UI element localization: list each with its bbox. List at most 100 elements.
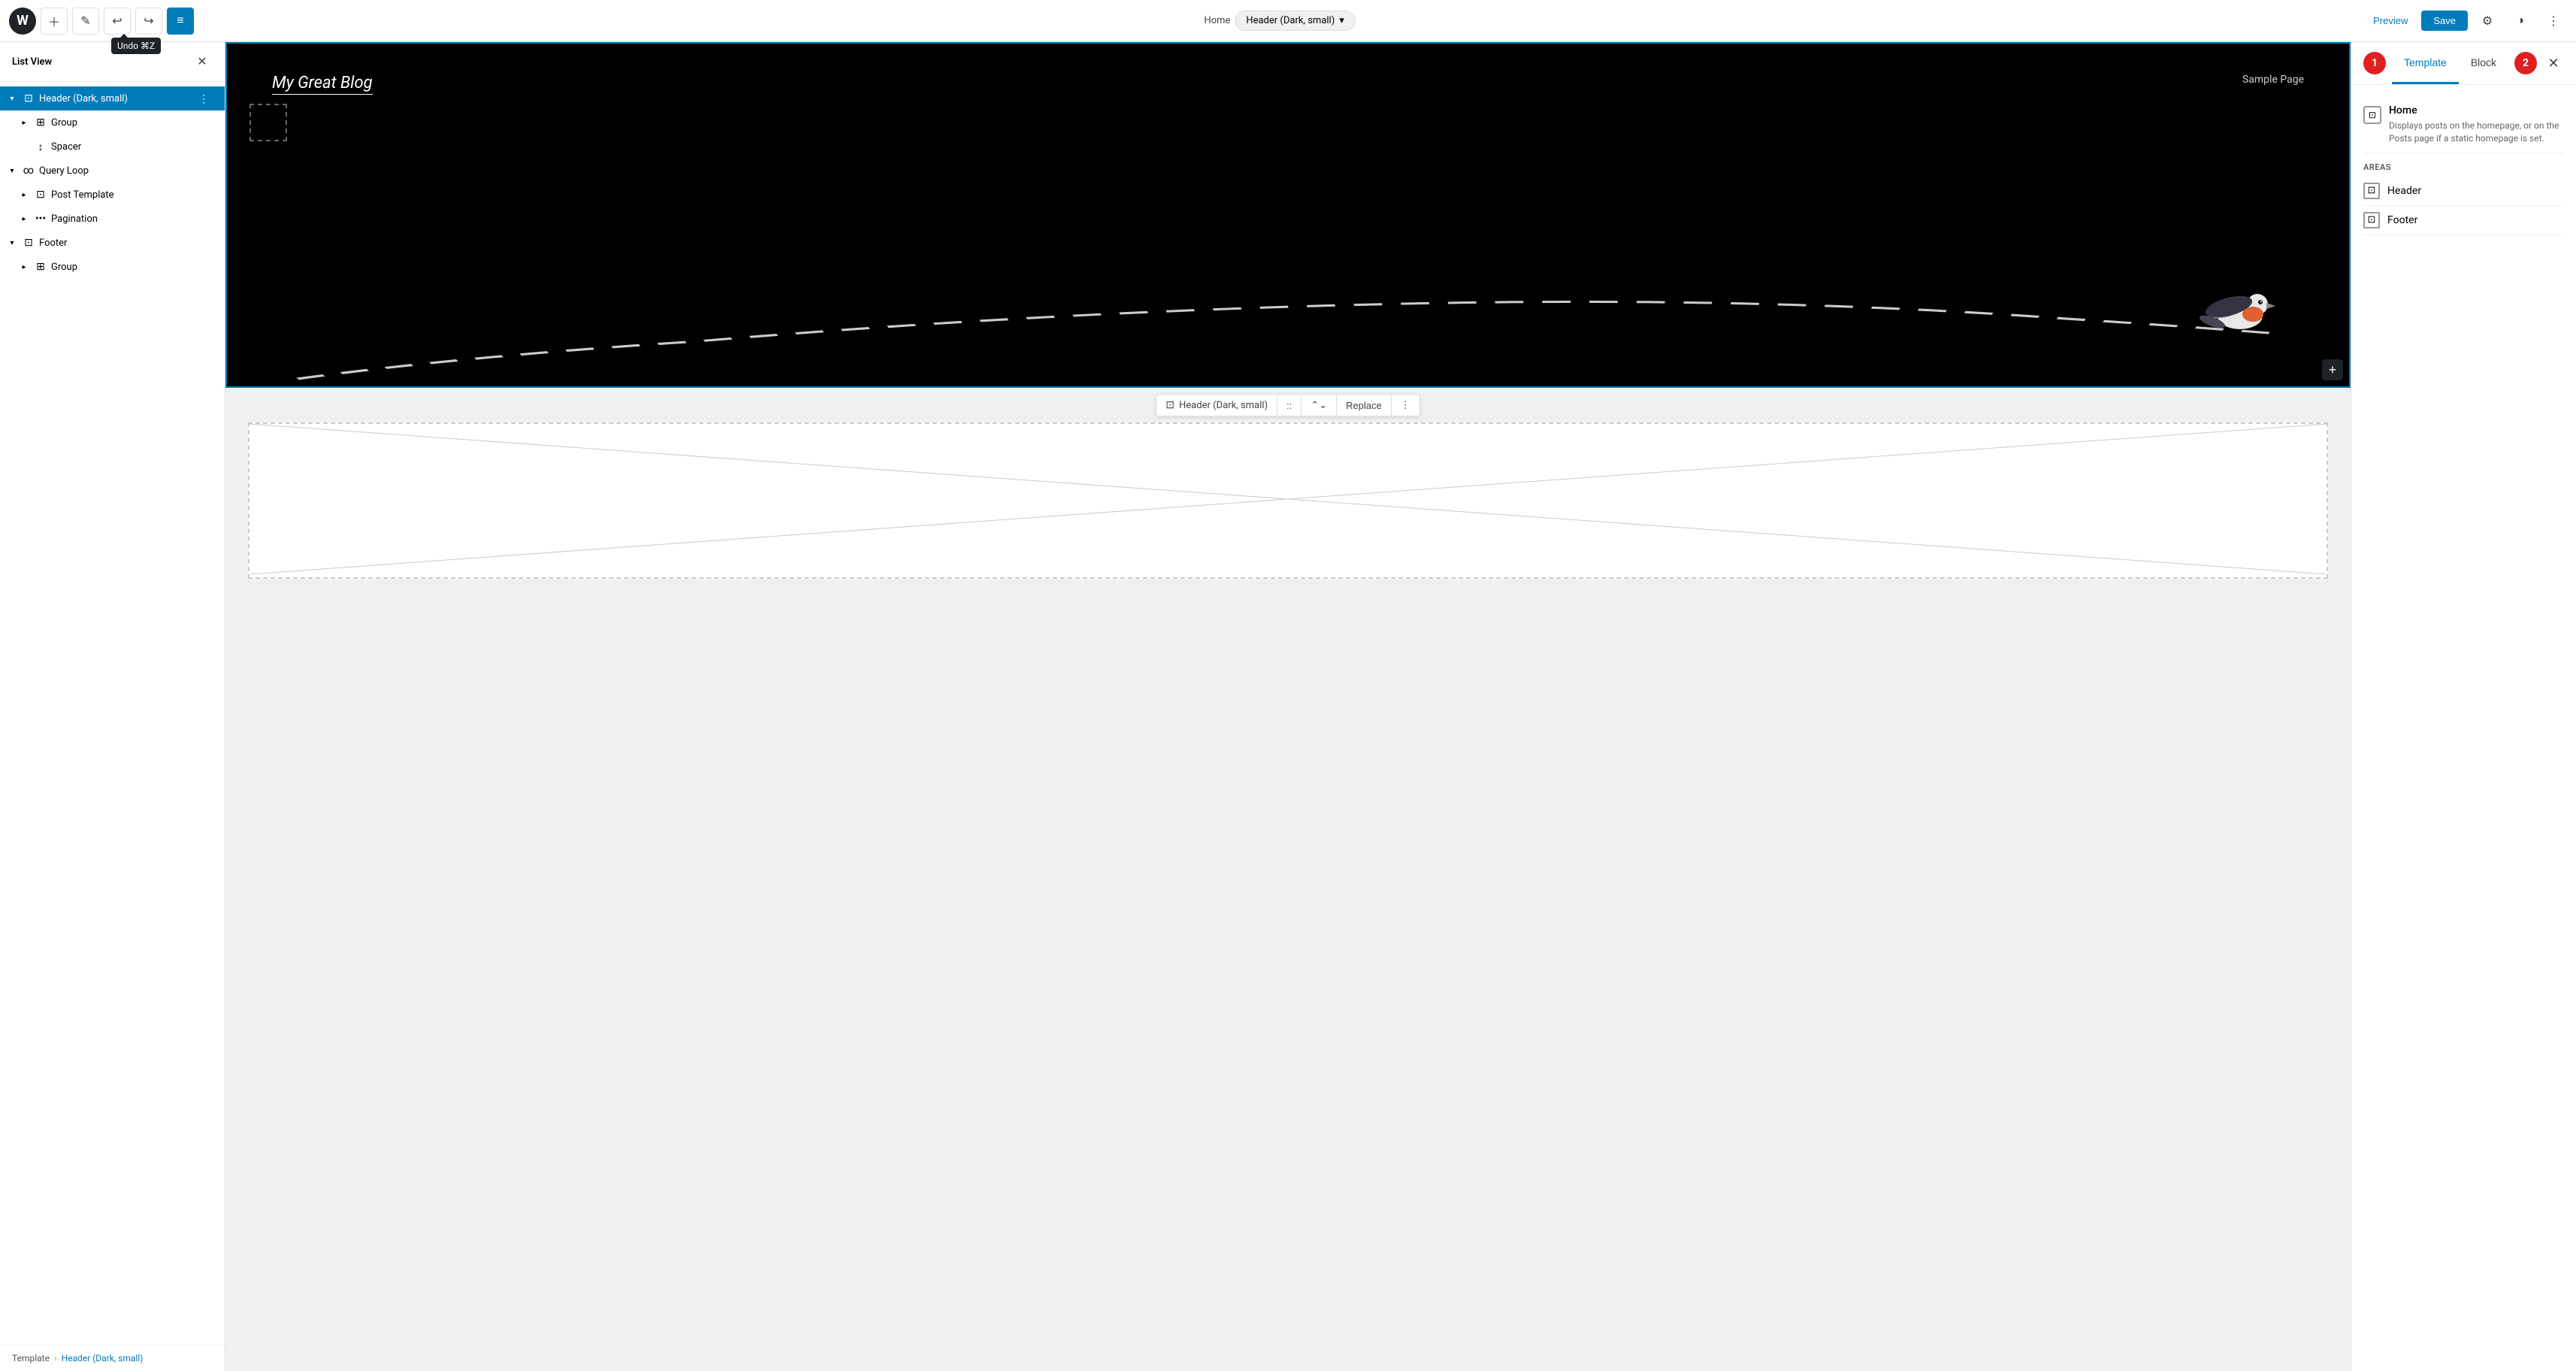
- gear-icon: ⚙: [2482, 14, 2493, 29]
- toolbar-left: W ＋ ✎ ↩ ↪ ≡ Undo ⌘Z: [9, 8, 194, 35]
- contrast-icon: ◑: [2517, 14, 2524, 28]
- tree-label-group2: Group: [51, 262, 192, 273]
- posttemplate-block-icon: ⊡: [33, 189, 48, 201]
- chevron-down-icon: ▾: [1339, 15, 1344, 26]
- sample-page-link[interactable]: Sample Page: [2242, 74, 2304, 86]
- tree-label-spacer: Spacer: [51, 141, 192, 153]
- leaf-spacer: [18, 141, 30, 153]
- group2-block-icon: ⊞: [33, 261, 48, 273]
- block-toolbar-icon-item: ⊡ Header (Dark, small): [1156, 395, 1277, 416]
- logo-placeholder: [249, 104, 287, 141]
- breadcrumb-current: Header (Dark, small): [1246, 15, 1335, 26]
- breadcrumb-pill[interactable]: Header (Dark, small) ▾: [1235, 11, 1355, 31]
- chevron-g2-icon: [18, 261, 30, 273]
- right-panel-close-button[interactable]: ✕: [2543, 53, 2564, 74]
- step1-badge: 1: [2363, 52, 2386, 74]
- block-name-label: Header (Dark, small): [1179, 400, 1268, 411]
- block-drag-button[interactable]: ::: [1277, 395, 1302, 416]
- tree-label-header: Header (Dark, small): [39, 93, 192, 104]
- area-item-footer[interactable]: ⊡ Footer: [2363, 206, 2564, 235]
- area-item-header[interactable]: ⊡ Header: [2363, 177, 2564, 206]
- block-toolbar: ⊡ Header (Dark, small) :: ⌃⌄ Replace ⋮: [225, 388, 2351, 422]
- sidebar-breadcrumb: Template › Header (Dark, small): [0, 1345, 225, 1371]
- tree-item-group1[interactable]: ⊞ Group ⋮: [0, 110, 225, 135]
- left-sidebar: List View ✕ ⊡ Header (Dark, small) ⋮ ⊞ G…: [0, 42, 225, 1371]
- header-block[interactable]: My Great Blog Sample Page: [225, 42, 2351, 388]
- chevron-ql-icon: [6, 165, 18, 177]
- step2-badge: 2: [2514, 52, 2537, 74]
- pagination-block-icon: •••: [33, 213, 48, 225]
- redo-icon: ↪: [144, 14, 153, 29]
- tree-label-posttemplate: Post Template: [51, 189, 192, 201]
- top-toolbar: W ＋ ✎ ↩ ↪ ≡ Undo ⌘Z Home Header (Dark, s…: [0, 0, 2576, 42]
- footer-sep: ›: [54, 1353, 57, 1363]
- main-layout: List View ✕ ⊡ Header (Dark, small) ⋮ ⊞ G…: [0, 42, 2576, 1371]
- template-item-home[interactable]: ⊡ Home Displays posts on the homepage, o…: [2363, 97, 2564, 153]
- tree-label-pagination: Pagination: [51, 213, 192, 225]
- template-item-desc: Displays posts on the homepage, or on th…: [2389, 120, 2564, 145]
- tab-template[interactable]: Template: [2392, 42, 2459, 84]
- home-template-icon: ⊡: [2363, 106, 2381, 124]
- block-move-button[interactable]: ⌃⌄: [1302, 395, 1337, 416]
- tree-container: ⊡ Header (Dark, small) ⋮ ⊞ Group ⋮ ↕ Spa…: [0, 82, 225, 1345]
- canvas-area[interactable]: My Great Blog Sample Page: [225, 42, 2351, 1371]
- settings-button[interactable]: ⚙: [2474, 8, 2501, 35]
- sidebar-title: List View: [12, 56, 52, 68]
- chevron-closed-icon: [18, 117, 30, 129]
- tree-label-group1: Group: [51, 117, 192, 129]
- redo-button[interactable]: ↪: [135, 8, 162, 35]
- chevron-pg-icon: [18, 213, 30, 225]
- list-icon: ≡: [177, 14, 183, 28]
- save-button[interactable]: Save: [2421, 11, 2468, 31]
- area-item-header-label: Header: [2387, 185, 2421, 197]
- edit-button[interactable]: ✎: [72, 8, 99, 35]
- blog-title: My Great Blog: [272, 74, 373, 95]
- undo-icon: ↩: [112, 14, 122, 29]
- tree-item-header[interactable]: ⊡ Header (Dark, small) ⋮: [0, 86, 225, 110]
- theme-toggle-button[interactable]: ◑: [2507, 8, 2534, 35]
- right-sidebar: 1 Template Block 2 ✕ ⊡ Home Displays pos…: [2351, 42, 2576, 1371]
- footer-block-icon: ⊡: [21, 237, 36, 249]
- list-view-button[interactable]: ≡: [167, 8, 194, 35]
- toolbar-right: Preview Save ⚙ ◑ ⋮: [2366, 8, 2567, 35]
- plus-icon: ＋: [48, 12, 60, 30]
- areas-label: AREAS: [2363, 153, 2564, 177]
- add-block-button[interactable]: ＋: [41, 8, 68, 35]
- breadcrumb-home: Home: [1204, 15, 1230, 26]
- tree-item-queryloop[interactable]: ∞ Query Loop ⋮: [0, 159, 225, 183]
- dashed-curve: [227, 236, 2349, 386]
- template-item-name: Home: [2389, 104, 2564, 117]
- bird-image: [2191, 271, 2289, 356]
- wp-logo[interactable]: W: [9, 8, 36, 35]
- right-sidebar-header: 1 Template Block 2 ✕: [2351, 42, 2576, 85]
- pencil-icon: ✎: [80, 14, 90, 29]
- undo-tooltip: Undo ⌘Z: [111, 38, 161, 54]
- header-area-icon: ⊡: [2363, 183, 2380, 199]
- add-block-overlay-button[interactable]: +: [2322, 359, 2343, 380]
- sidebar-footer-current[interactable]: Header (Dark, small): [62, 1353, 144, 1363]
- tree-item-footer[interactable]: ⊡ Footer ⋮: [0, 231, 225, 255]
- tab-block[interactable]: Block: [2459, 42, 2508, 84]
- spacer-block-icon: ↕: [33, 141, 48, 153]
- block-more-button[interactable]: ⋮: [1392, 395, 1420, 416]
- tree-item-group2[interactable]: ⊞ Group ⋮: [0, 255, 225, 279]
- chevron-footer-icon: [6, 237, 18, 249]
- tree-item-pagination[interactable]: ••• Pagination ⋮: [0, 207, 225, 231]
- toolbar-center: Home Header (Dark, small) ▾: [200, 11, 2360, 31]
- tree-item-posttemplate[interactable]: ⊡ Post Template ⋮: [0, 183, 225, 207]
- query-loop-block[interactable]: [248, 422, 2328, 579]
- area-item-footer-label: Footer: [2387, 214, 2417, 226]
- breadcrumb: Home Header (Dark, small) ▾: [1204, 11, 1355, 31]
- canvas-content: My Great Blog Sample Page: [225, 42, 2351, 1371]
- more-options-button[interactable]: ⋮: [2540, 8, 2567, 35]
- tree-item-spacer[interactable]: ↕ Spacer ⋮: [0, 135, 225, 159]
- block-replace-button[interactable]: Replace: [1337, 395, 1392, 416]
- sidebar-close-button[interactable]: ✕: [192, 51, 213, 72]
- preview-button[interactable]: Preview: [2366, 11, 2415, 31]
- header-more-button[interactable]: ⋮: [195, 89, 213, 107]
- header-inner: My Great Blog Sample Page: [272, 74, 2304, 95]
- tab-group: Template Block: [2392, 42, 2514, 84]
- right-panel-content: ⊡ Home Displays posts on the homepage, o…: [2351, 85, 2576, 1371]
- block-toolbar-inner: ⊡ Header (Dark, small) :: ⌃⌄ Replace ⋮: [1156, 394, 1420, 416]
- undo-button[interactable]: ↩: [104, 8, 131, 35]
